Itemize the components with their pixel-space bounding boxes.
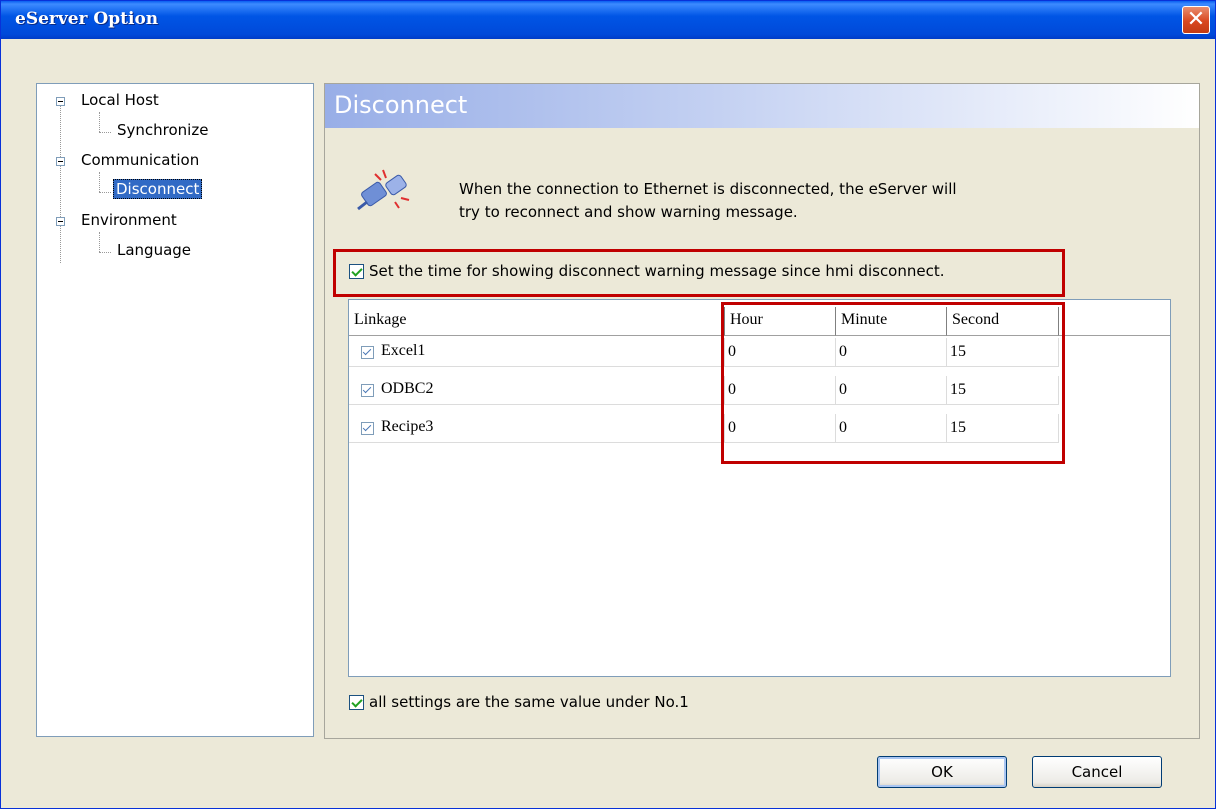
tree-connector [99, 252, 111, 253]
eserver-option-window: eServer Option ✕ Local Host Synchronize … [0, 0, 1216, 809]
collapse-icon[interactable] [56, 217, 65, 226]
tree-item-local-host[interactable]: Local Host [81, 91, 159, 109]
linkage-name: Excel1 [381, 342, 426, 359]
collapse-icon[interactable] [56, 157, 65, 166]
linkage-name: ODBC2 [381, 380, 434, 397]
window-title: eServer Option [15, 9, 159, 29]
row-checkbox[interactable] [361, 384, 374, 397]
tree-item-language[interactable]: Language [117, 241, 191, 259]
option-tree: Local Host Synchronize Communication Dis… [36, 83, 314, 737]
description-line-1: When the connection to Ethernet is disco… [459, 180, 957, 198]
tree-item-environment[interactable]: Environment [81, 211, 177, 229]
linkage-name: Recipe3 [381, 418, 434, 435]
panel-header: Disconnect [325, 84, 1199, 128]
column-header-linkage[interactable]: Linkage [349, 307, 725, 336]
tree-connector [99, 192, 111, 193]
tree-connector [99, 232, 100, 252]
same-value-checkbox[interactable] [349, 695, 364, 710]
highlight-time-columns [721, 302, 1065, 464]
table-row[interactable]: ODBC2 [349, 376, 725, 405]
ok-button[interactable]: OK [877, 756, 1007, 788]
table-row[interactable]: Recipe3 [349, 414, 725, 443]
description-line-2: try to reconnect and show warning messag… [459, 203, 798, 221]
column-header-filler [1059, 307, 1170, 336]
tree-connector [60, 105, 61, 263]
panel-description: When the connection to Ethernet is disco… [459, 178, 1099, 224]
cancel-button[interactable]: Cancel [1032, 756, 1162, 788]
tree-item-communication[interactable]: Communication [81, 151, 199, 169]
row-checkbox[interactable] [361, 346, 374, 359]
tree-connector [99, 132, 111, 133]
collapse-icon[interactable] [56, 97, 65, 106]
title-bar[interactable]: eServer Option ✕ [1, 1, 1215, 39]
disconnect-plug-icon [355, 164, 415, 219]
set-time-checkbox[interactable] [349, 264, 364, 279]
tree-connector [99, 112, 100, 132]
tree-item-synchronize[interactable]: Synchronize [117, 121, 208, 139]
tree-connector [99, 172, 100, 192]
tree-item-disconnect[interactable]: Disconnect [113, 179, 203, 199]
panel-title: Disconnect [334, 91, 468, 119]
same-value-label: all settings are the same value under No… [369, 693, 689, 711]
table-row[interactable]: Excel1 [349, 338, 725, 367]
set-time-label: Set the time for showing disconnect warn… [369, 262, 945, 280]
close-button[interactable]: ✕ [1182, 6, 1210, 34]
row-checkbox[interactable] [361, 422, 374, 435]
